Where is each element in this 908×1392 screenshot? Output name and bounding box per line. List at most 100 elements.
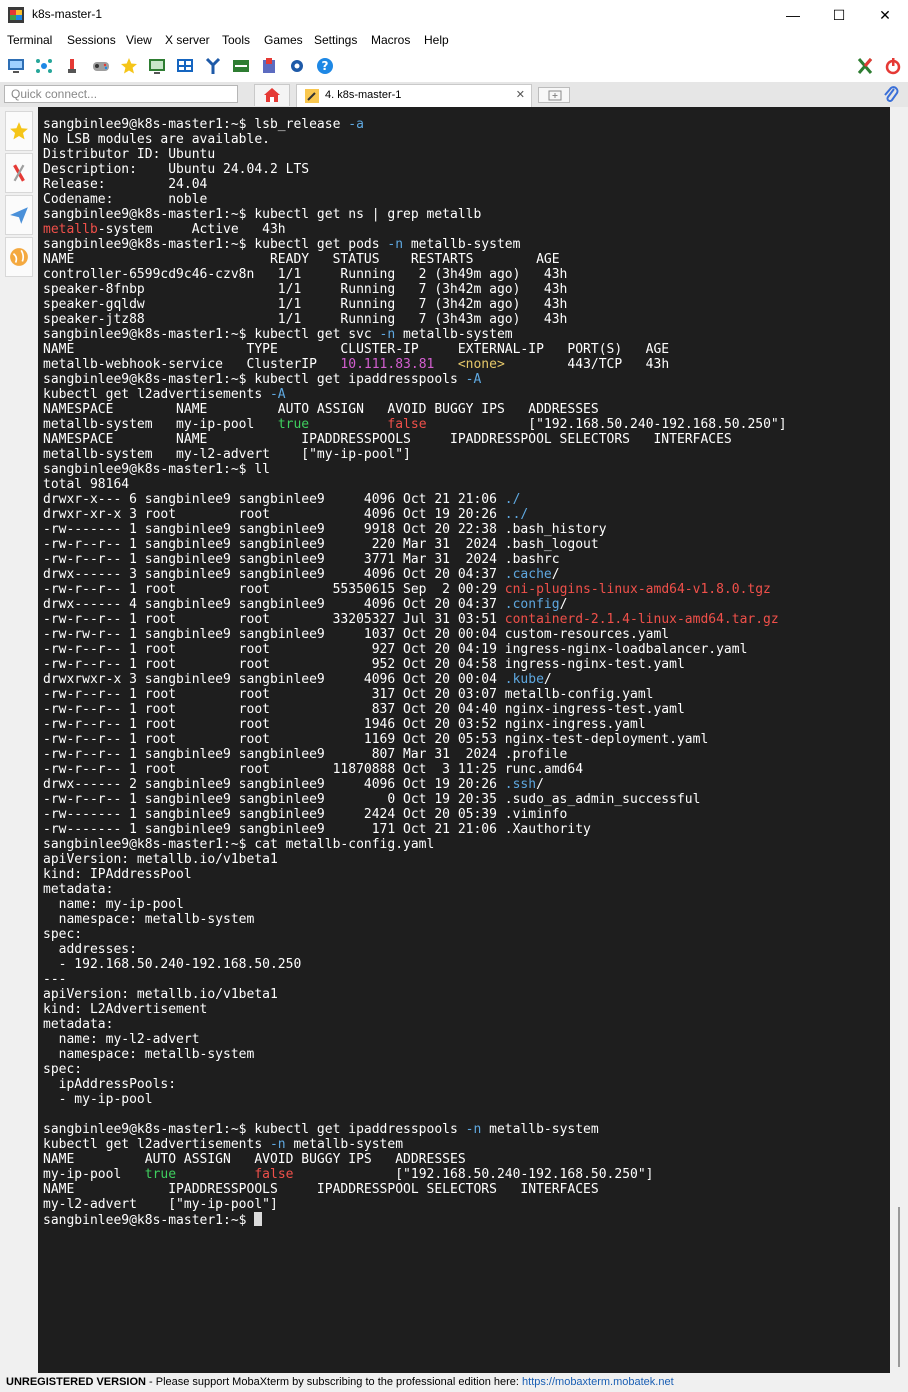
terminal-line: -rw-r--r-- 1 root root 33205327 Jul 31 0… bbox=[43, 612, 787, 627]
terminal-text-segment: metadata: bbox=[43, 882, 114, 897]
tools-icon[interactable] bbox=[63, 57, 81, 75]
home-tab[interactable] bbox=[254, 84, 290, 106]
terminal-line: kind: L2Advertisement bbox=[43, 1002, 787, 1017]
terminal-line: --- bbox=[43, 972, 787, 987]
close-icon: ✕ bbox=[879, 6, 891, 23]
xserver-icon[interactable] bbox=[856, 57, 874, 75]
session-tab[interactable]: 4. k8s-master-1 ✕ bbox=[296, 84, 532, 107]
terminal-line: namespace: metallb-system bbox=[43, 1047, 787, 1062]
terminal-text-segment: -rw------- 1 sangbinlee9 sangbinlee9 242… bbox=[43, 807, 568, 822]
terminal-text-segment: metallb-system bbox=[481, 1122, 599, 1137]
terminal-line: addresses: bbox=[43, 942, 787, 957]
sidebar-tools[interactable] bbox=[5, 153, 33, 193]
terminal-panel[interactable]: sangbinlee9@k8s-master1:~$ lsb_release -… bbox=[38, 107, 890, 1373]
sidebar-send[interactable] bbox=[5, 195, 33, 235]
terminal-line: kubectl get l2advertisements -n metallb-… bbox=[43, 1137, 787, 1152]
terminal-line: speaker-gqldw 1/1 Running 7 (3h42m ago) … bbox=[43, 297, 787, 312]
window-title: k8s-master-1 bbox=[32, 7, 103, 21]
terminal-text-segment: containerd-2.1.4-linux-amd64.tar.gz bbox=[504, 612, 779, 627]
terminal-text-segment: metallb-system bbox=[285, 1137, 404, 1152]
maximize-button[interactable]: ☐ bbox=[816, 0, 862, 30]
menu-bar: Terminal Sessions View X server Tools Ga… bbox=[0, 30, 908, 52]
terminal-text-segment: -rw-r--r-- 1 root root 1169 Oct 20 05:53… bbox=[43, 732, 709, 747]
menu-macros[interactable]: Macros bbox=[371, 33, 410, 47]
servers-icon[interactable] bbox=[35, 57, 53, 75]
new-tab-button[interactable] bbox=[538, 87, 570, 103]
terminal-line: Description: Ubuntu 24.04.2 LTS bbox=[43, 162, 787, 177]
mobaxterm-link[interactable]: https://mobaxterm.mobatek.net bbox=[522, 1376, 674, 1388]
split-icon[interactable] bbox=[176, 57, 194, 75]
terminal-text-segment: sangbinlee9@k8s-master1:~$ kubectl get p… bbox=[43, 237, 388, 252]
tab-close-icon[interactable]: ✕ bbox=[516, 88, 525, 101]
terminal-text-segment: -rw-r--r-- 1 root root 837 Oct 20 04:40 … bbox=[43, 702, 685, 717]
terminal-line: -rw-r--r-- 1 root root 317 Oct 20 03:07 … bbox=[43, 687, 787, 702]
scrollbar-thumb[interactable] bbox=[898, 1207, 900, 1367]
sidebar-globe[interactable] bbox=[5, 237, 33, 277]
terminal-text-segment: metallb-webhook-service ClusterIP bbox=[43, 357, 341, 372]
terminal-text-segment: <none> bbox=[457, 357, 505, 372]
exit-icon[interactable] bbox=[884, 57, 902, 75]
games-icon[interactable] bbox=[92, 57, 110, 75]
session-icon[interactable] bbox=[7, 57, 25, 75]
terminal-text-segment: sangbinlee9@k8s-master1:~$ kubectl get n… bbox=[43, 207, 482, 222]
terminal-scrollbar[interactable] bbox=[890, 107, 908, 1373]
menu-view[interactable]: View bbox=[126, 33, 152, 47]
terminal-text-segment: -rw-r--r-- 1 root root 33205327 Jul 31 0… bbox=[43, 612, 505, 627]
terminal-text-segment: sangbinlee9@k8s-master1:~$ kubectl get i… bbox=[43, 1122, 466, 1137]
terminal-line: No LSB modules are available. bbox=[43, 132, 787, 147]
multiexec-icon[interactable] bbox=[204, 57, 222, 75]
terminal-line: Release: 24.04 bbox=[43, 177, 787, 192]
terminal-text-segment: --- bbox=[43, 972, 67, 987]
menu-x-server[interactable]: X server bbox=[165, 33, 210, 47]
view-icon[interactable] bbox=[148, 57, 166, 75]
menu-games[interactable]: Games bbox=[264, 33, 303, 47]
terminal-line: -rw-r--r-- 1 root root 11870888 Oct 3 11… bbox=[43, 762, 787, 777]
sidebar-favorites[interactable] bbox=[5, 111, 33, 151]
terminal-line: -rw------- 1 sangbinlee9 sangbinlee9 991… bbox=[43, 522, 787, 537]
terminal-text-segment: Release: 24.04 bbox=[43, 177, 208, 192]
terminal-line: -rw-rw-r-- 1 sangbinlee9 sangbinlee9 103… bbox=[43, 627, 787, 642]
terminal-line: -rw-r--r-- 1 root root 837 Oct 20 04:40 … bbox=[43, 702, 787, 717]
minimize-button[interactable]: — bbox=[770, 0, 816, 30]
terminal-text-segment: NAMESPACE NAME IPADDRESSPOOLS IPADDRESSP… bbox=[43, 432, 732, 447]
terminal-line: Codename: noble bbox=[43, 192, 787, 207]
close-button[interactable]: ✕ bbox=[862, 0, 908, 30]
terminal-text-segment: drwxrwxr-x 3 sangbinlee9 sangbinlee9 409… bbox=[43, 672, 505, 687]
terminal-line: metallb-system my-l2-advert ["my-ip-pool… bbox=[43, 447, 787, 462]
terminal-text-segment: .kube bbox=[504, 672, 544, 687]
menu-tools[interactable]: Tools bbox=[222, 33, 250, 47]
terminal-line: metallb-webhook-service ClusterIP 10.111… bbox=[43, 357, 787, 372]
terminal-text-segment: my-l2-advert ["my-ip-pool"] bbox=[43, 1197, 278, 1212]
quick-connect-input[interactable]: Quick connect... bbox=[4, 85, 238, 103]
tab-bar: Quick connect... 4. k8s-master-1 ✕ bbox=[0, 82, 908, 108]
status-bar: UNREGISTERED VERSION - Please support Mo… bbox=[0, 1373, 908, 1392]
terminal-text-segment: No LSB modules are available. bbox=[43, 132, 270, 147]
packages-icon[interactable] bbox=[260, 57, 278, 75]
sessions-star-icon[interactable] bbox=[120, 57, 138, 75]
menu-terminal[interactable]: Terminal bbox=[7, 33, 52, 47]
terminal-line: -rw-r--r-- 1 sangbinlee9 sangbinlee9 220… bbox=[43, 537, 787, 552]
terminal-text-segment: -rw-r--r-- 1 sangbinlee9 sangbinlee9 807… bbox=[43, 747, 568, 762]
terminal-text-segment: -rw-r--r-- 1 sangbinlee9 sangbinlee9 377… bbox=[43, 552, 560, 567]
menu-settings[interactable]: Settings bbox=[314, 33, 357, 47]
tunneling-icon[interactable] bbox=[232, 57, 250, 75]
menu-sessions[interactable]: Sessions bbox=[67, 33, 116, 47]
terminal-line: sangbinlee9@k8s-master1:~$ lsb_release -… bbox=[43, 117, 787, 132]
terminal-text-segment: metallb bbox=[43, 222, 98, 237]
status-message: - Please support MobaXterm by subscribin… bbox=[145, 1376, 523, 1388]
terminal-text-segment: metadata: bbox=[43, 1017, 114, 1032]
terminal-text-segment: addresses: bbox=[43, 942, 137, 957]
terminal-line: drwx------ 2 sangbinlee9 sangbinlee9 409… bbox=[43, 777, 787, 792]
terminal-text-segment: kubectl get l2advertisements bbox=[43, 1137, 270, 1152]
help-icon[interactable]: ? bbox=[316, 57, 334, 75]
terminal-text-segment: -A bbox=[269, 387, 286, 402]
menu-help[interactable]: Help bbox=[424, 33, 449, 47]
attachment-icon[interactable] bbox=[882, 85, 900, 103]
settings-icon[interactable] bbox=[288, 57, 306, 75]
terminal-text-segment: ["192.168.50.240-192.168.50.250"] bbox=[293, 1167, 654, 1182]
terminal-line: -rw-r--r-- 1 root root 55350615 Sep 2 00… bbox=[43, 582, 787, 597]
terminal-text-segment: 10.111.83.81 bbox=[340, 357, 435, 372]
